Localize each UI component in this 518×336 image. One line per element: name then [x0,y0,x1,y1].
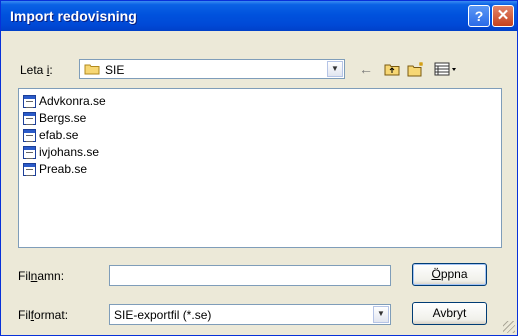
open-button[interactable]: Öppna [412,263,487,286]
help-button[interactable]: ? [468,5,490,27]
window-title: Import redovisning [10,8,137,24]
filetype-label: Filformat: [18,308,69,322]
up-folder-icon[interactable] [382,60,402,78]
folder-icon [84,64,100,75]
file-icon [23,146,36,159]
lookin-label: Leta i: [20,63,53,77]
lookin-value: SIE [105,63,125,77]
title-bar[interactable]: Import redovisning ? ✕ [1,1,517,31]
file-icon [23,129,36,142]
cancel-button[interactable]: Avbryt [412,302,487,325]
view-menu-icon[interactable] [432,60,460,78]
file-icon [23,95,36,108]
new-folder-icon[interactable] [406,60,426,78]
lookin-combobox[interactable]: SIE ▼ [79,59,345,79]
filetype-select[interactable]: SIE-exportfil (*.se) ▼ [109,304,391,325]
filetype-dropdown-icon[interactable]: ▼ [373,306,389,323]
filename-label: Filnamn: [18,269,65,283]
filetype-value: SIE-exportfil (*.se) [114,308,212,322]
filename-input[interactable] [109,265,391,286]
import-dialog: Import redovisning ? ✕ Leta i: SIE ▼ ← A… [0,0,518,336]
file-icon [23,112,36,125]
back-arrow-icon[interactable]: ← [356,60,376,78]
lookin-dropdown-icon[interactable]: ▼ [327,61,343,77]
file-list[interactable]: Advkonra.se Bergs.se efab.se ivjohans.se… [18,88,502,248]
file-icon [23,163,36,176]
resize-grip[interactable] [503,321,515,333]
close-button[interactable]: ✕ [492,5,514,27]
